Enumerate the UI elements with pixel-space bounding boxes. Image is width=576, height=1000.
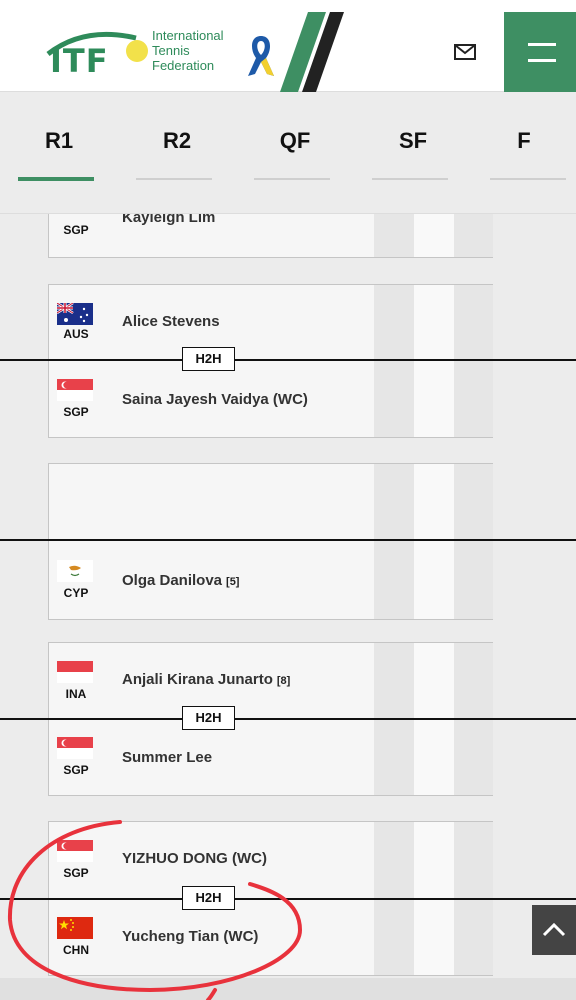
match-card: CYP Olga Danilova [5] <box>48 463 493 620</box>
country-code: AUS <box>63 327 89 341</box>
org-name-line3: Federation <box>152 58 215 73</box>
tab-label: QF <box>279 128 311 153</box>
country-code: INA <box>65 687 87 701</box>
tab-indicator <box>136 178 212 180</box>
country-code: SGP <box>63 405 89 419</box>
flag-ina-icon <box>57 661 93 683</box>
player-name-text: YIZHUO DONG (WC) <box>122 850 267 867</box>
tab-label: F <box>517 128 531 153</box>
chevron-up-icon <box>542 922 566 937</box>
country-code: CHN <box>63 943 89 957</box>
tab-label: SF <box>398 128 428 153</box>
logo-text: ITF <box>50 42 109 80</box>
tab-label: R2 <box>162 128 192 153</box>
tab-sf[interactable]: SF <box>354 92 472 214</box>
country-code: SGP <box>63 223 89 237</box>
flag-aus-icon <box>57 303 93 325</box>
scroll-to-top-button[interactable] <box>532 905 576 955</box>
site-header: ITF International Tennis Federation <box>0 0 576 92</box>
flag-sgp-icon <box>57 379 93 401</box>
round-tabs: R1 R2 QF SF F <box>0 92 576 214</box>
match-card: SGP Kayleigh Lim <box>48 214 493 258</box>
player-name-text: Alice Stevens <box>122 313 220 330</box>
seed-label: [5] <box>226 576 240 588</box>
draw-list: SGP Kayleigh Lim AUS Alice Stevens SGP S… <box>0 214 576 1000</box>
flag-sgp-icon <box>57 737 93 759</box>
tab-qf[interactable]: QF <box>236 92 354 214</box>
tab-indicator <box>18 177 94 181</box>
player-row[interactable]: CHN Yucheng Tian (WC) <box>49 900 494 970</box>
menu-button[interactable] <box>504 12 576 92</box>
player-row <box>49 464 494 534</box>
player-name: Saina Jayesh Vaidya (WC) <box>122 391 308 408</box>
tab-indicator <box>372 178 448 180</box>
player-name-text: Yucheng Tian (WC) <box>122 928 259 945</box>
h2h-button[interactable]: H2H <box>182 886 235 910</box>
seed-label: [8] <box>276 675 291 687</box>
player-name: Alice Stevens <box>122 313 220 330</box>
itf-logo[interactable]: ITF International Tennis Federation <box>44 28 274 83</box>
country-code: SGP <box>63 763 89 777</box>
flag-sgp-icon <box>57 840 93 862</box>
bracket-connector <box>0 539 576 541</box>
tab-indicator <box>254 178 330 180</box>
bracket-connector <box>0 359 576 361</box>
player-name-text: Summer Lee <box>122 749 213 766</box>
bracket-connector <box>0 898 576 900</box>
flag-chn-icon <box>57 917 93 939</box>
player-name: Kayleigh Lim <box>122 214 215 226</box>
country-code: CYP <box>63 586 89 600</box>
mail-icon[interactable] <box>453 42 477 62</box>
player-name: YIZHUO DONG (WC) <box>122 850 267 867</box>
org-name-line1: International <box>152 28 224 43</box>
bottom-edge <box>0 978 576 1000</box>
player-name: Summer Lee <box>122 749 212 766</box>
tab-r2[interactable]: R2 <box>118 92 236 214</box>
player-row[interactable]: AUS Alice Stevens <box>49 285 494 355</box>
match-card: AUS Alice Stevens SGP Saina Jayesh Vaidy… <box>48 284 493 438</box>
player-row[interactable]: SGP YIZHUO DONG (WC) <box>49 822 494 892</box>
flag-cyp-icon <box>57 560 93 582</box>
bracket-connector <box>0 718 576 720</box>
tab-label: R1 <box>44 128 74 153</box>
h2h-button[interactable]: H2H <box>182 347 235 371</box>
tab-f[interactable]: F <box>472 92 576 214</box>
tab-indicator <box>490 178 566 180</box>
h2h-button[interactable]: H2H <box>182 706 235 730</box>
player-row[interactable]: SGP Summer Lee <box>49 721 494 791</box>
org-name-line2: Tennis <box>152 43 190 58</box>
player-name-text: Olga Danilova <box>122 572 223 589</box>
player-row[interactable]: SGP Kayleigh Lim <box>49 214 494 259</box>
header-stripes-decoration <box>280 12 344 92</box>
hamburger-icon-bar-top <box>528 43 556 46</box>
player-name: Anjali Kirana Junarto [8] <box>122 671 290 688</box>
tab-r1[interactable]: R1 <box>0 92 118 214</box>
tennis-ball-icon <box>126 40 148 62</box>
hamburger-icon-bar-bottom <box>528 59 556 62</box>
player-name-text: Kayleigh Lim <box>122 214 216 226</box>
player-row[interactable]: CYP Olga Danilova [5] <box>49 544 494 614</box>
country-code: SGP <box>63 866 89 880</box>
player-name: Olga Danilova [5] <box>122 572 239 589</box>
player-name: Yucheng Tian (WC) <box>122 928 258 945</box>
draw-page: ITF International Tennis Federation R1 R… <box>0 0 576 1000</box>
player-name-text: Anjali Kirana Junarto <box>122 671 273 688</box>
org-name: International Tennis Federation <box>152 28 224 73</box>
player-name-text: Saina Jayesh Vaidya (WC) <box>122 391 308 408</box>
player-row[interactable]: INA Anjali Kirana Junarto [8] <box>49 643 494 713</box>
player-row[interactable]: SGP Saina Jayesh Vaidya (WC) <box>49 363 494 433</box>
